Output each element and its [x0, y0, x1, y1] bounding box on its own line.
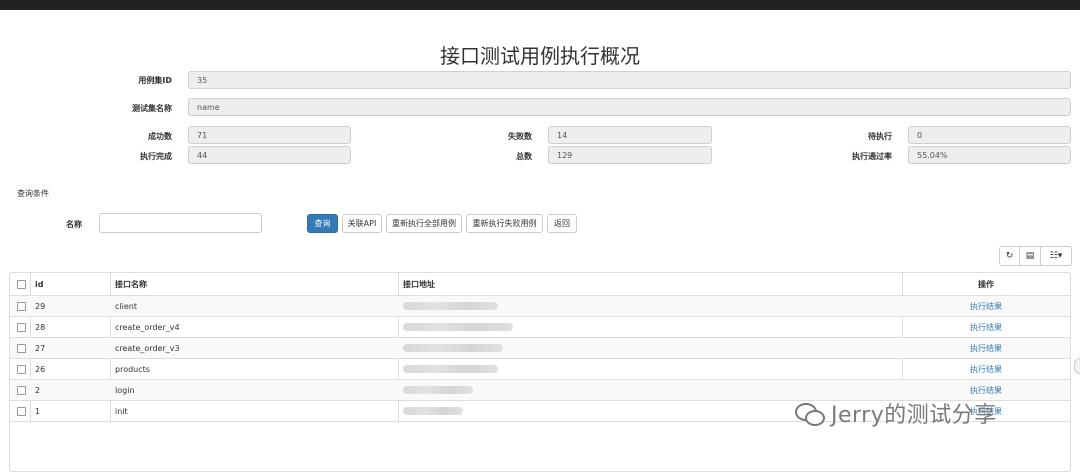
redacted-address — [403, 344, 503, 352]
row-id: 1 — [35, 406, 41, 416]
done-count-label: 执行完成 — [140, 152, 172, 161]
row-api-name: login — [115, 385, 135, 395]
case-table: id 接口名称 接口地址 操作 29 client 执行结果 28 create_ord… — [9, 272, 1071, 472]
total-count-field: 129 — [548, 146, 712, 164]
row-id: 26 — [35, 364, 46, 374]
row-id: 2 — [35, 385, 41, 395]
row-api-name: create_order_v3 — [115, 343, 180, 353]
row-checkbox[interactable] — [17, 343, 26, 353]
pending-count-field: 0 — [908, 126, 1071, 144]
pending-count-label: 待执行 — [868, 132, 892, 141]
name-filter-input[interactable] — [99, 213, 262, 233]
table-row: 29 client 执行结果 — [10, 296, 1070, 317]
success-count-field: 71 — [188, 126, 351, 144]
watermark-text: Jerry的测试分享 — [831, 403, 997, 428]
link-api-button[interactable]: 关联API — [342, 214, 382, 233]
redacted-address — [403, 302, 498, 310]
total-count-label: 总数 — [516, 152, 532, 161]
refresh-icon: ↻ — [1005, 251, 1014, 261]
row-id: 28 — [35, 322, 46, 332]
columns-button[interactable]: ☷▾ — [1040, 246, 1072, 266]
view-result-link[interactable]: 执行结果 — [970, 385, 1002, 396]
row-checkbox[interactable] — [17, 406, 26, 416]
table-header-row: id 接口名称 接口地址 操作 — [10, 273, 1070, 296]
header-api-name: 接口名称 — [115, 279, 147, 289]
suite-id-label: 用例集ID — [138, 76, 172, 85]
row-api-name: products — [115, 364, 150, 374]
header-action: 操作 — [978, 279, 994, 289]
rerun-all-button[interactable]: 重新执行全部用例 — [386, 214, 462, 233]
row-checkbox[interactable] — [17, 322, 26, 332]
side-scroll-handle[interactable] — [1074, 358, 1080, 374]
header-api-address: 接口地址 — [403, 279, 435, 289]
wechat-icon — [795, 401, 825, 426]
row-api-address — [398, 359, 902, 379]
page-title: 接口测试用例执行概况 — [440, 44, 640, 68]
header-id: id — [35, 279, 44, 289]
refresh-button[interactable]: ↻ — [999, 246, 1020, 266]
table-row: 28 create_order_v4 执行结果 — [10, 317, 1070, 338]
back-button[interactable]: 返回 — [547, 214, 577, 233]
redacted-address — [403, 407, 463, 415]
row-api-name: client — [115, 301, 137, 311]
row-checkbox[interactable] — [17, 385, 26, 395]
redacted-address — [403, 323, 513, 331]
fail-count-field: 14 — [548, 126, 712, 144]
columns-icon: ☷▾ — [1049, 251, 1063, 261]
table-row: 26 products 执行结果 — [10, 359, 1070, 380]
redacted-address — [403, 365, 498, 373]
query-section-label: 查询条件 — [17, 189, 49, 198]
row-api-name: create_order_v4 — [115, 322, 180, 332]
select-all-checkbox[interactable] — [17, 279, 26, 289]
list-toggle-icon: ▤ — [1025, 251, 1035, 261]
table-row: 27 create_order_v3 执行结果 — [10, 338, 1070, 359]
row-id: 29 — [35, 301, 46, 311]
name-filter-label: 名称 — [66, 220, 82, 229]
view-result-link[interactable]: 执行结果 — [970, 322, 1002, 333]
row-api-address — [398, 338, 902, 358]
fail-count-label: 失败数 — [508, 132, 532, 141]
toggle-view-button[interactable]: ▤ — [1019, 246, 1041, 266]
query-button[interactable]: 查询 — [307, 214, 338, 233]
suite-name-label: 测试集名称 — [132, 104, 172, 113]
row-id: 27 — [35, 343, 46, 353]
row-checkbox[interactable] — [17, 301, 26, 311]
top-navbar — [0, 0, 1080, 10]
view-result-link[interactable]: 执行结果 — [970, 301, 1002, 312]
pass-rate-field: 55.04% — [908, 146, 1071, 164]
row-api-address — [398, 317, 902, 337]
suite-name-field: name — [188, 98, 1071, 116]
rerun-failed-button[interactable]: 重新执行失败用例 — [466, 214, 543, 233]
watermark: Jerry的测试分享 — [795, 397, 997, 429]
redacted-address — [403, 386, 473, 394]
success-count-label: 成功数 — [148, 132, 172, 141]
done-count-field: 44 — [188, 146, 351, 164]
pass-rate-label: 执行通过率 — [852, 152, 892, 161]
suite-id-field: 35 — [188, 71, 1071, 89]
row-api-address — [398, 296, 902, 316]
view-result-link[interactable]: 执行结果 — [970, 364, 1002, 375]
row-api-name: init — [115, 406, 128, 416]
row-checkbox[interactable] — [17, 364, 26, 374]
view-result-link[interactable]: 执行结果 — [970, 343, 1002, 354]
